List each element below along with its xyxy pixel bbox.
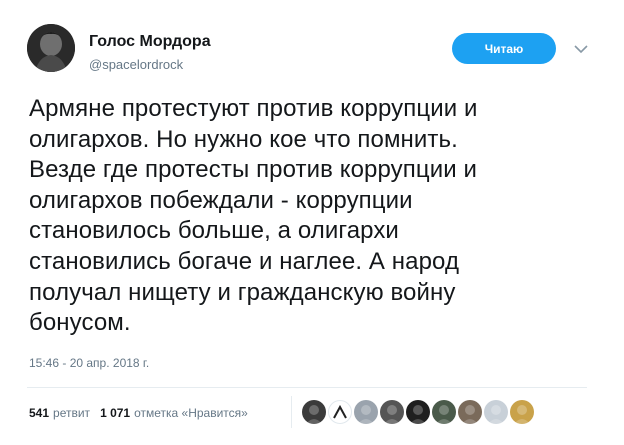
liker-avatar-3[interactable]: [354, 400, 378, 424]
likes-count[interactable]: 1 071: [100, 406, 130, 420]
divider: [27, 387, 587, 388]
author-avatar[interactable]: [27, 24, 75, 72]
following-button[interactable]: Читаю: [452, 33, 556, 64]
liker-avatar-6[interactable]: [432, 400, 456, 424]
author-avatar-image: [27, 24, 75, 72]
tweet-timestamp[interactable]: 15:46 - 20 апр. 2018 г.: [29, 356, 149, 370]
tweet-stats: 541 ретвит 1 071 отметка «Нравится»: [29, 403, 258, 423]
liker-avatar-5[interactable]: [406, 400, 430, 424]
retweets-count[interactable]: 541: [29, 406, 49, 420]
liker-avatar-7[interactable]: [458, 400, 482, 424]
chevron-down-icon[interactable]: [572, 40, 590, 58]
retweets-label[interactable]: ретвит: [53, 406, 90, 420]
liker-avatar-4[interactable]: [380, 400, 404, 424]
liker-avatar-2[interactable]: [328, 400, 352, 424]
stats-separator: [291, 396, 292, 428]
liker-avatar-1[interactable]: [302, 400, 326, 424]
likes-label[interactable]: отметка «Нравится»: [134, 406, 248, 420]
liker-avatar-8[interactable]: [484, 400, 508, 424]
author-username[interactable]: @spacelordrock: [89, 57, 183, 72]
liker-avatars: [302, 400, 536, 424]
tweet-header: Голос Мордора @spacelordrock Читаю: [27, 24, 607, 74]
tweet-text: Армяне протестуют против коррупции и оли…: [29, 95, 478, 337]
liker-avatar-9[interactable]: [510, 400, 534, 424]
author-display-name[interactable]: Голос Мордора: [89, 33, 211, 51]
